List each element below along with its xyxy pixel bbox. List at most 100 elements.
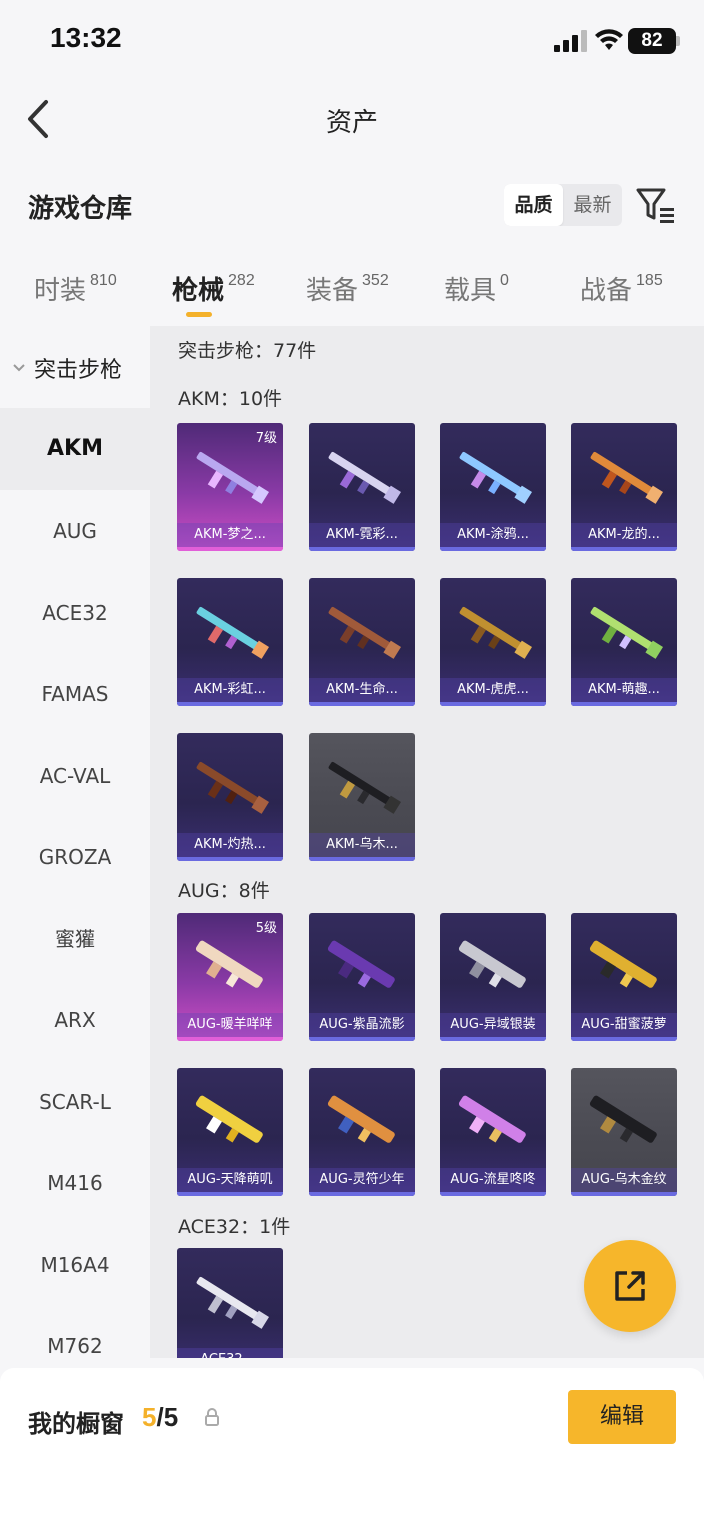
sidebar-item-scar-l[interactable]: SCAR-L: [0, 1061, 150, 1143]
skin-name: AUG-甜蜜菠萝: [571, 1013, 677, 1037]
skin-name: AKM-霓彩...: [309, 523, 415, 547]
skin-name: AKM-彩虹...: [177, 678, 283, 702]
showcase-bar: 我的橱窗 5/5 编辑: [0, 1368, 704, 1523]
sidebar-group-assault-rifles[interactable]: 突击步枪: [12, 352, 122, 384]
skin-name: AUG-紫晶流影: [309, 1013, 415, 1037]
skin-card[interactable]: AUG-异域银装: [440, 913, 546, 1041]
rifle-icon: [195, 940, 263, 988]
skin-card[interactable]: AKM-霓彩...: [309, 423, 415, 551]
sidebar-item-m762[interactable]: M762: [0, 1305, 150, 1358]
rarity-bar: [309, 857, 415, 861]
rarity-bar: [440, 1192, 546, 1196]
rifle-icon: [196, 1277, 270, 1329]
sort-toggle: 品质 最新: [504, 184, 622, 226]
tab-fashion[interactable]: 时装 810: [34, 270, 117, 307]
skin-card[interactable]: AKM-生命...: [309, 578, 415, 706]
rifle-icon: [327, 1095, 395, 1143]
tab-equipment[interactable]: 装备 352: [306, 270, 389, 307]
skin-card[interactable]: AKM-彩虹...: [177, 578, 283, 706]
skin-card[interactable]: 5级 AUG-暖羊咩咩: [177, 913, 283, 1041]
skin-card[interactable]: AKM-萌趣...: [571, 578, 677, 706]
skin-card[interactable]: AUG-甜蜜菠萝: [571, 913, 677, 1041]
tab-supplies[interactable]: 战备 185: [580, 270, 663, 307]
tab-firearms[interactable]: 枪械 282: [172, 270, 255, 317]
sort-quality[interactable]: 品质: [504, 184, 563, 226]
sidebar-item-m416[interactable]: M416: [0, 1142, 150, 1224]
tab-count: 352: [362, 272, 389, 289]
skin-card[interactable]: AKM-涂鸦...: [440, 423, 546, 551]
tab-label: 装备: [306, 276, 359, 306]
rifle-icon: [328, 452, 402, 504]
showcase-used: 5: [142, 1402, 157, 1432]
lock-icon: [205, 1408, 219, 1426]
skin-card[interactable]: AUG-流星咚咚: [440, 1068, 546, 1196]
rifle-icon: [458, 1095, 526, 1143]
skin-card[interactable]: AUG-紫晶流影: [309, 913, 415, 1041]
rarity-bar: [177, 1037, 283, 1041]
skin-card[interactable]: AUG-天降萌叽: [177, 1068, 283, 1196]
page-title: 资产: [325, 108, 378, 138]
skin-card[interactable]: 7级 AKM-梦之...: [177, 423, 283, 551]
share-button[interactable]: [584, 1240, 676, 1332]
skin-card[interactable]: AKM-龙的...: [571, 423, 677, 551]
edit-button[interactable]: 编辑: [568, 1390, 676, 1444]
skin-name: AUG-灵符少年: [309, 1168, 415, 1192]
rarity-bar: [571, 547, 677, 551]
skin-name: AKM-生命...: [309, 678, 415, 702]
tab-count: 810: [90, 272, 117, 289]
rifle-icon: [589, 1095, 657, 1143]
warehouse-title: 游戏仓库: [28, 194, 133, 224]
tab-vehicles[interactable]: 载具 0: [444, 270, 509, 307]
tab-label: 战备: [580, 276, 633, 306]
rarity-bar: [177, 702, 283, 706]
active-tab-indicator: [186, 312, 212, 317]
skin-card[interactable]: AKM-乌木...: [309, 733, 415, 861]
skin-card[interactable]: AKM-灼热...: [177, 733, 283, 861]
rarity-bar: [177, 1192, 283, 1196]
sidebar-item-m16a4[interactable]: M16A4: [0, 1224, 150, 1306]
category-header: 突击步枪：77件: [178, 340, 317, 362]
rifle-icon: [459, 607, 533, 659]
weapon-sidebar: 突击步枪 AKM AUG ACE32 FAMAS AC-VAL GROZA 蜜獾…: [0, 326, 150, 1358]
sidebar-item-famas[interactable]: FAMAS: [0, 653, 150, 735]
tab-label: 时装: [34, 276, 87, 306]
sidebar-item-aug[interactable]: AUG: [0, 490, 150, 572]
rifle-icon: [589, 940, 657, 988]
sidebar-item-ac-val[interactable]: AC-VAL: [0, 735, 150, 817]
skin-card[interactable]: ACE32-...: [177, 1248, 283, 1358]
skin-name: AUG-天降萌叽: [177, 1168, 283, 1192]
chevron-down-icon: [13, 364, 25, 372]
wifi-icon: [595, 29, 623, 50]
sort-latest[interactable]: 最新: [563, 184, 622, 226]
sidebar-item-akm[interactable]: AKM: [0, 408, 150, 490]
rarity-bar: [571, 702, 677, 706]
level-badge: 7级: [255, 431, 277, 446]
tab-count: 0: [500, 272, 509, 289]
rifle-icon: [458, 940, 526, 988]
sidebar-item-groza[interactable]: GROZA: [0, 816, 150, 898]
skin-name: ACE32-...: [177, 1348, 283, 1358]
sidebar-item-arx[interactable]: ARX: [0, 979, 150, 1061]
section-header-aug: AUG：8件: [178, 880, 270, 902]
sidebar-item-ace32[interactable]: ACE32: [0, 572, 150, 654]
rarity-bar: [309, 1192, 415, 1196]
skin-card[interactable]: AKM-虎虎...: [440, 578, 546, 706]
weapon-grid: 突击步枪：77件 AKM：10件 7级 AKM-梦之... AKM-霓彩... …: [150, 326, 704, 1358]
level-badge: 5级: [255, 921, 277, 936]
filter-icon[interactable]: [634, 184, 676, 226]
battery-indicator: 82: [628, 28, 676, 54]
sidebar-item-honey-badger[interactable]: 蜜獾: [0, 898, 150, 980]
rifle-icon: [590, 607, 664, 659]
rarity-bar: [440, 1037, 546, 1041]
rarity-bar: [177, 857, 283, 861]
rifle-icon: [459, 452, 533, 504]
rifle-icon: [196, 452, 270, 504]
status-time: 13:32: [50, 22, 122, 53]
rarity-bar: [309, 547, 415, 551]
skin-card[interactable]: AUG-灵符少年: [309, 1068, 415, 1196]
skin-name: AKM-虎虎...: [440, 678, 546, 702]
section-header-akm: AKM：10件: [178, 388, 283, 410]
skin-card[interactable]: AUG-乌木金纹: [571, 1068, 677, 1196]
nav-bar: 资产: [0, 84, 704, 156]
rarity-bar: [177, 547, 283, 551]
